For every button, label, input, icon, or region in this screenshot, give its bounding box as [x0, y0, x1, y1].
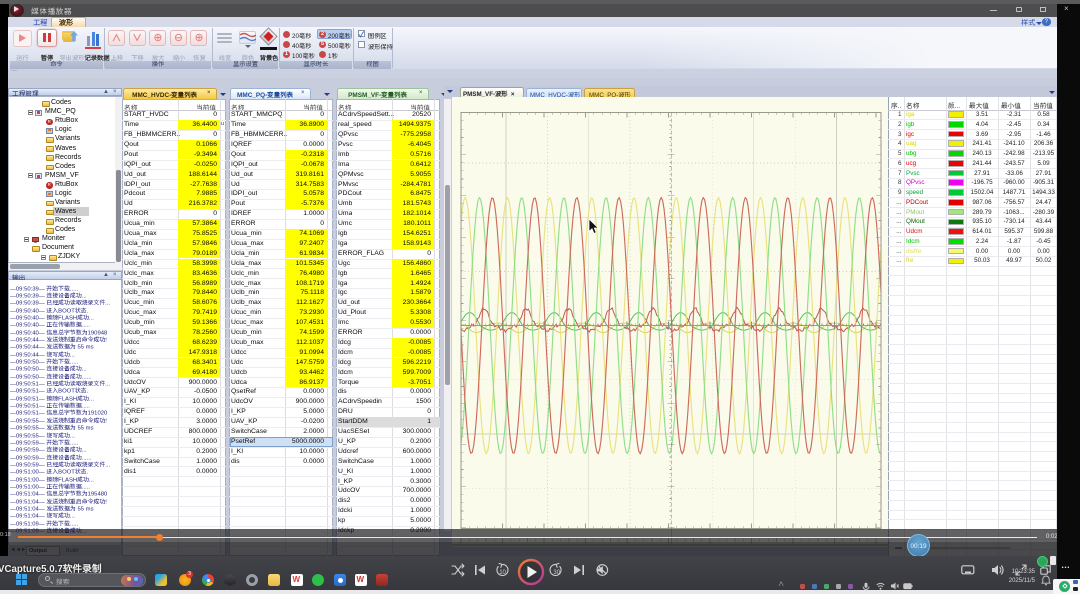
svg-text:30: 30 — [553, 570, 560, 576]
svg-text:10: 10 — [499, 570, 506, 576]
